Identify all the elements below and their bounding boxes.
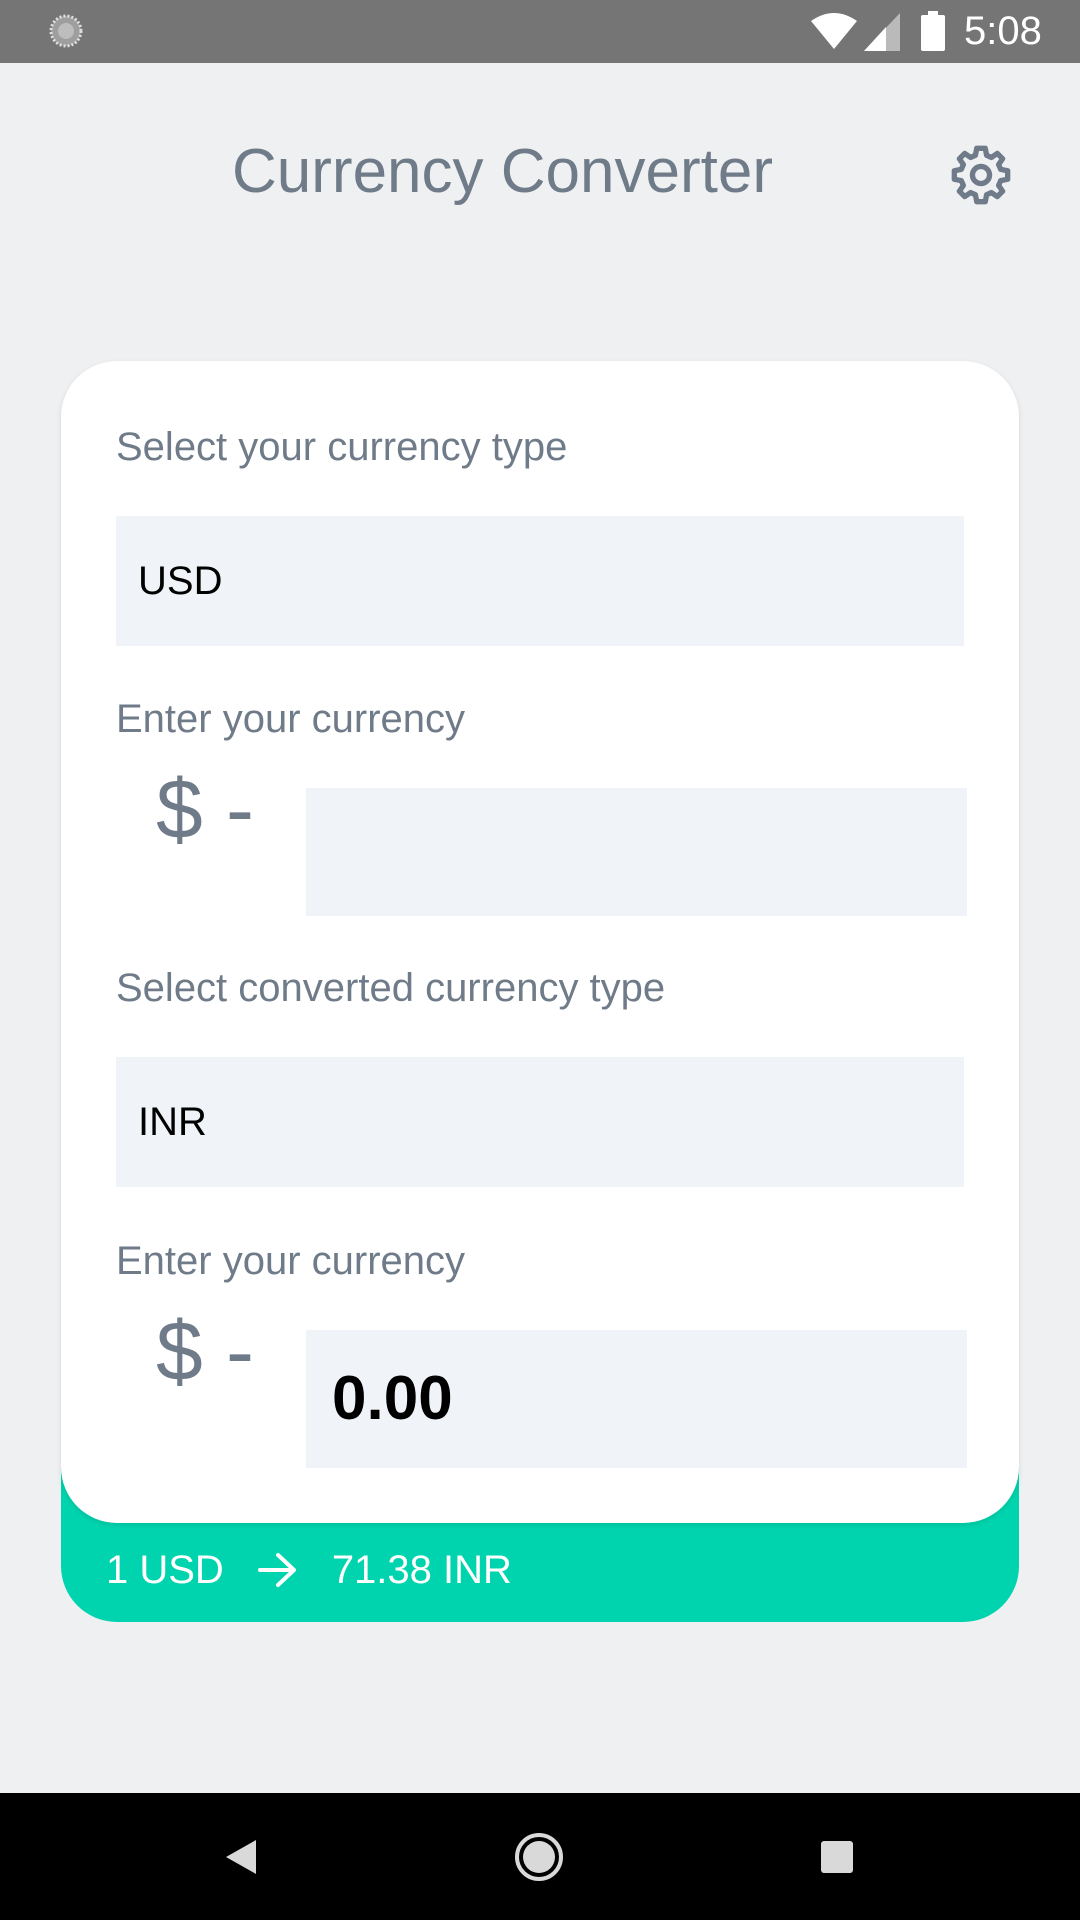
converted-amount-field[interactable]: 0.00	[306, 1330, 967, 1468]
rate-to: 71.38 INR	[331, 1547, 512, 1592]
back-button[interactable]	[201, 1817, 281, 1897]
home-icon	[515, 1833, 563, 1881]
target-amount-label: Enter your currency	[116, 1239, 466, 1283]
source-type-label: Select your currency type	[116, 425, 568, 469]
source-currency-symbol: $ -	[156, 762, 255, 856]
target-currency-value: INR	[138, 1100, 207, 1144]
home-button[interactable]	[499, 1817, 579, 1897]
target-currency-select[interactable]: INR	[116, 1057, 964, 1187]
wifi-icon	[811, 13, 857, 49]
cell-signal-icon	[864, 13, 900, 51]
loading-icon	[49, 14, 83, 48]
source-amount-input[interactable]	[306, 788, 967, 916]
source-amount-label: Enter your currency	[116, 697, 466, 741]
converted-amount-value: 0.00	[332, 1364, 453, 1433]
recents-icon	[821, 1841, 853, 1873]
target-currency-symbol: $ -	[156, 1304, 255, 1398]
converter-card: Select your currency type USD Enter your…	[61, 361, 1019, 1523]
source-currency-select[interactable]: USD	[116, 516, 964, 646]
gear-icon	[951, 145, 1011, 205]
status-bar: 5:08	[0, 0, 1080, 63]
arrow-right-icon	[257, 1553, 296, 1587]
back-icon	[226, 1840, 256, 1874]
settings-button[interactable]	[946, 140, 1016, 210]
target-type-label: Select converted currency type	[116, 966, 666, 1010]
battery-icon	[921, 11, 945, 51]
page-title: Currency Converter	[232, 137, 773, 206]
status-time: 5:08	[964, 9, 1042, 53]
rate-from: 1 USD	[106, 1547, 224, 1592]
exchange-rate-text: 1 USD 71.38 INR	[106, 1540, 512, 1600]
navigation-bar	[0, 1793, 1080, 1920]
recents-button[interactable]	[797, 1817, 877, 1897]
source-currency-value: USD	[138, 559, 223, 603]
